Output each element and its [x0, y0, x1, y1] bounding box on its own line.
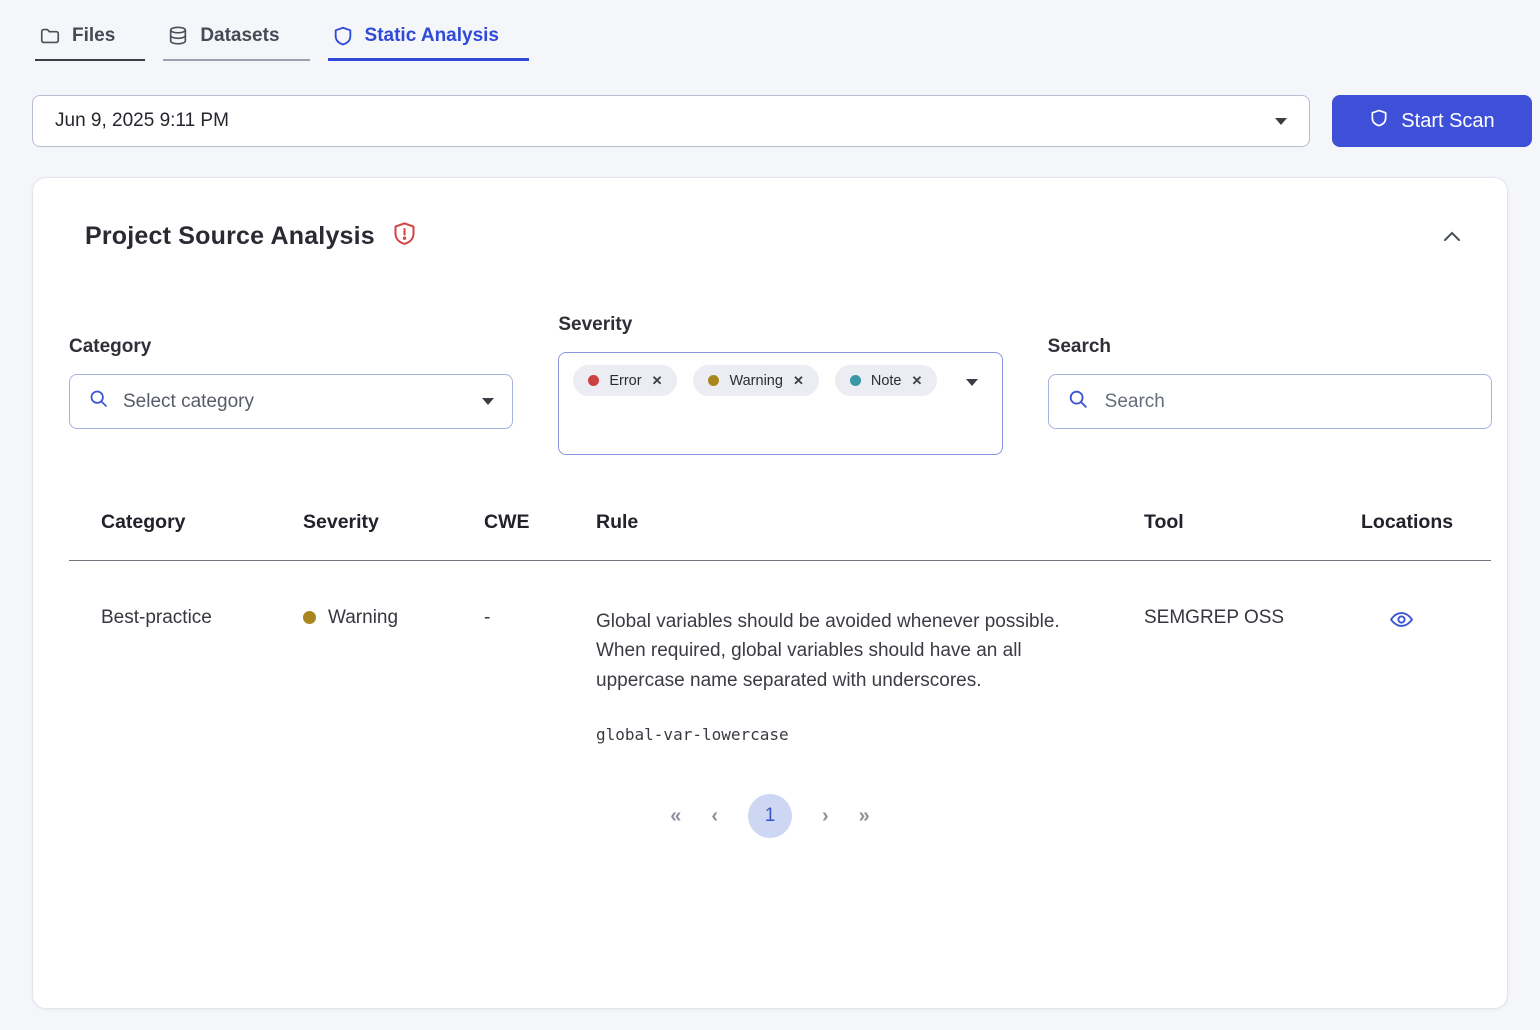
findings-table: Category Severity CWE Rule Tool Location…: [33, 511, 1507, 744]
filters-row: Category Select category Severity Error: [33, 252, 1507, 455]
chevron-down-icon: [966, 379, 978, 386]
table-header-row: Category Severity CWE Rule Tool Location…: [69, 511, 1491, 561]
cell-category: Best-practice: [101, 607, 303, 744]
category-filter: Category Select category: [69, 314, 513, 429]
tab-static-analysis[interactable]: Static Analysis: [328, 12, 529, 61]
tab-files[interactable]: Files: [35, 12, 145, 61]
remove-error-chip-icon[interactable]: ✕: [652, 373, 663, 389]
note-dot-icon: [850, 375, 861, 386]
remove-warning-chip-icon[interactable]: ✕: [793, 373, 804, 389]
pagination-next-button[interactable]: ›: [822, 805, 829, 828]
scan-controls: Jun 9, 2025 9:11 PM Start Scan: [32, 95, 1532, 147]
severity-filter-label: Severity: [558, 314, 1002, 336]
warning-dot-icon: [303, 611, 316, 624]
search-field: [1048, 374, 1492, 429]
panel-header: Project Source Analysis: [33, 178, 1507, 252]
severity-chip-warning: Warning ✕: [693, 365, 818, 396]
warning-dot-icon: [708, 375, 719, 386]
tab-label: Datasets: [200, 25, 279, 47]
rule-description: Global variables should be avoided whene…: [596, 607, 1101, 695]
chip-label: Error: [609, 373, 641, 389]
pagination-prev-button[interactable]: ‹: [711, 805, 718, 828]
col-header-tool: Tool: [1144, 511, 1361, 534]
rule-id: global-var-lowercase: [596, 725, 1144, 744]
chip-label: Warning: [729, 373, 782, 389]
folder-icon: [39, 25, 61, 47]
cell-locations: [1361, 607, 1491, 744]
table-row: Best-practice Warning - Global variables…: [69, 561, 1491, 744]
panel-title: Project Source Analysis: [85, 222, 375, 251]
pagination: « ‹ 1 › »: [33, 794, 1507, 838]
search-input[interactable]: [1103, 390, 1473, 414]
view-locations-eye-icon[interactable]: [1389, 607, 1414, 632]
tab-label: Files: [72, 25, 115, 47]
chip-label: Note: [871, 373, 902, 389]
pagination-first-button[interactable]: «: [670, 805, 681, 828]
collapse-panel-button[interactable]: [1441, 228, 1463, 244]
category-filter-label: Category: [69, 336, 513, 358]
cell-rule: Global variables should be avoided whene…: [596, 607, 1144, 744]
shield-icon: [1369, 108, 1389, 134]
scan-run-value: Jun 9, 2025 9:11 PM: [55, 110, 229, 132]
project-source-analysis-panel: Project Source Analysis Category: [32, 177, 1508, 1009]
col-header-rule: Rule: [596, 511, 1144, 534]
search-icon: [1067, 388, 1089, 416]
cell-severity: Warning: [303, 607, 484, 744]
error-dot-icon: [588, 375, 599, 386]
col-header-severity: Severity: [303, 511, 484, 534]
start-scan-label: Start Scan: [1401, 110, 1494, 133]
chevron-down-icon: [1275, 118, 1287, 125]
severity-multiselect[interactable]: Error ✕ Warning ✕ Note ✕: [558, 352, 1002, 455]
search-filter: Search: [1048, 314, 1492, 429]
severity-filter: Severity Error ✕ Warning ✕ Note ✕: [558, 314, 1002, 455]
top-tabs: Files Datasets Static Analysis: [0, 0, 1540, 61]
cell-cwe: -: [484, 607, 596, 744]
category-select-placeholder: Select category: [123, 391, 254, 413]
remove-note-chip-icon[interactable]: ✕: [911, 373, 922, 389]
scan-run-select[interactable]: Jun 9, 2025 9:11 PM: [32, 95, 1310, 147]
col-header-category: Category: [101, 511, 303, 534]
pagination-page-1[interactable]: 1: [748, 794, 792, 838]
shield-icon: [332, 25, 354, 47]
start-scan-button[interactable]: Start Scan: [1332, 95, 1532, 147]
category-select[interactable]: Select category: [69, 374, 513, 429]
search-icon: [88, 388, 109, 415]
pagination-last-button[interactable]: »: [859, 805, 870, 828]
severity-chip-error: Error ✕: [573, 365, 677, 396]
col-header-locations: Locations: [1361, 511, 1491, 534]
database-icon: [167, 25, 189, 47]
col-header-cwe: CWE: [484, 511, 596, 534]
tab-label: Static Analysis: [365, 25, 499, 47]
severity-value: Warning: [328, 607, 398, 629]
shield-alert-icon: [391, 220, 418, 252]
search-filter-label: Search: [1048, 336, 1492, 358]
cell-tool: SEMGREP OSS: [1144, 607, 1361, 744]
tab-datasets[interactable]: Datasets: [163, 12, 309, 61]
severity-chip-note: Note ✕: [835, 365, 938, 396]
chevron-down-icon: [482, 398, 494, 405]
